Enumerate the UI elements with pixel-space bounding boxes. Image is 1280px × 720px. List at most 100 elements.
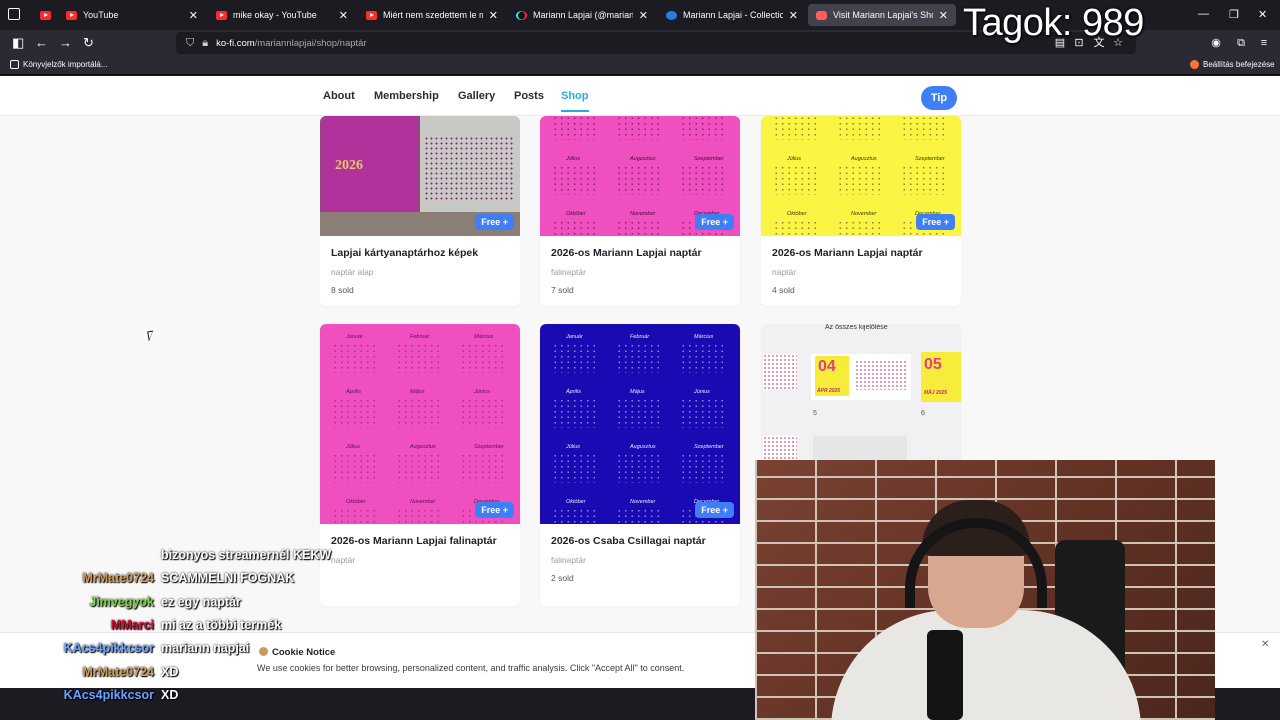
free-badge[interactable]: Free + (916, 214, 955, 230)
calendar-month-days (460, 343, 508, 373)
tip-button[interactable]: Tip (921, 86, 957, 110)
reload-icon[interactable]: ↻ (83, 35, 94, 51)
calendar-month-label: Október (787, 211, 807, 217)
product-image[interactable]: JanuárFebruárMárciusÁprilisMájusJúniusJú… (540, 116, 740, 236)
calendar-month-days (616, 165, 664, 195)
free-badge[interactable]: Free + (475, 214, 514, 230)
bookmarks-bar: Könyvjelzők importálá... Beállítás befej… (0, 56, 1280, 75)
page-thumbnail[interactable]: 05 MÁJ 2025 (921, 352, 961, 402)
import-icon (10, 60, 19, 69)
chat-username: KAcs4pikkcsor (63, 641, 154, 656)
opensea-icon (666, 10, 677, 20)
close-icon[interactable]: ✕ (789, 9, 798, 22)
minimize-icon[interactable]: — (1198, 8, 1209, 20)
free-badge[interactable]: Free + (695, 214, 734, 230)
member-counter: Tagok: 989 (963, 2, 1144, 44)
product-title[interactable]: Lapjai kártyanaptárhoz képek (331, 247, 478, 259)
product-image[interactable]: JanuárFebruárMárciusÁprilisMájusJúniusJú… (761, 116, 961, 236)
calendar-month-label: November (851, 211, 877, 217)
calendar-month-label: Augusztus (630, 444, 656, 450)
product-sold: 2 sold (551, 573, 574, 583)
product-image[interactable]: Az összes kijelölése 04 ÁPR 2025 05 MÁJ … (761, 324, 961, 464)
extensions-icon[interactable]: ⧉ (1235, 37, 1247, 49)
nav-membership[interactable]: Membership (374, 90, 439, 102)
product-card[interactable]: 2026 Free + Lapjai kártyanaptárhoz képek… (320, 116, 520, 306)
product-card[interactable]: JanuárFebruárMárciusÁprilisMájusJúniusJú… (540, 324, 740, 606)
calendar-month-days (332, 508, 380, 524)
finish-setup-link[interactable]: Beállítás befejezése (1190, 60, 1275, 69)
page-thumbnail[interactable] (763, 354, 797, 390)
close-icon[interactable]: ✕ (939, 9, 948, 22)
product-image[interactable]: JanuárFebruárMárciusÁprilisMájusJúniusJú… (540, 324, 740, 524)
chat-username: MMarci (110, 617, 154, 632)
page-thumbnail[interactable]: 04 ÁPR 2025 (811, 354, 911, 400)
close-icon[interactable]: ✕ (189, 9, 198, 22)
chat-text: SCAMMELNI FOGNAK (161, 571, 295, 586)
nav-posts[interactable]: Posts (514, 90, 544, 102)
sidebar-icon[interactable]: ◧ (12, 35, 24, 51)
product-sold: 4 sold (772, 285, 795, 295)
shield-icon[interactable]: ⛉ (186, 37, 194, 50)
close-icon[interactable]: ✕ (639, 9, 648, 22)
product-title[interactable]: 2026-os Csaba Csillagai naptár (551, 535, 706, 547)
account-icon[interactable]: ◉ (1210, 37, 1222, 49)
page-number: 6 (921, 410, 925, 417)
close-icon[interactable]: ✕ (489, 9, 498, 22)
cover-year: 2026 (335, 158, 363, 173)
close-icon[interactable]: ✕ (339, 9, 348, 22)
nav-shop[interactable]: Shop (561, 90, 589, 112)
calendar-month-days (396, 398, 444, 428)
product-card[interactable]: JanuárFebruárMárciusÁprilisMájusJúniusJú… (761, 116, 961, 306)
select-all-label[interactable]: Az összes kijelölése (825, 324, 888, 331)
tab-youtube[interactable]: YouTube ✕ (58, 4, 206, 26)
calendar-month-label: Július (566, 156, 581, 162)
back-icon[interactable]: ← (35, 35, 48, 51)
nav-gallery[interactable]: Gallery (458, 90, 495, 102)
tab-kofi-shop[interactable]: Visit Mariann Lapjai's Shop! ✕ (808, 4, 956, 26)
nav-about[interactable]: About (323, 90, 355, 102)
chat-message: KAcs4pikkcsor mariann napjai (0, 641, 360, 661)
close-icon[interactable]: ✕ (1261, 639, 1269, 650)
calendar-month-days (680, 343, 728, 373)
tab-youtube-video[interactable]: Miért nem szedettem le magam ✕ (358, 4, 506, 26)
product-sold: 8 sold (331, 285, 354, 295)
page-number: 5 (813, 410, 817, 417)
calendar-month-days (680, 165, 728, 195)
tab-tiktok[interactable]: Mariann Lapjai (@mariannlapjai ✕ (508, 4, 656, 26)
tab-youtube-pinned[interactable] (32, 4, 54, 26)
product-image[interactable]: JanuárFebruárMárciusÁprilisMájusJúniusJú… (320, 324, 520, 524)
calendar-month-days (552, 165, 600, 195)
calendar-month-days (773, 220, 821, 236)
product-title[interactable]: 2026-os Mariann Lapjai falinaptár (331, 535, 497, 547)
calendar-month-days (837, 220, 885, 236)
calendar-month-days (773, 165, 821, 195)
import-bookmarks-link[interactable]: Könyvjelzők importálá... (10, 60, 107, 69)
tab-list-icon[interactable] (8, 8, 20, 20)
window-close-icon[interactable]: ✕ (1258, 8, 1267, 21)
youtube-icon (40, 10, 51, 20)
product-image[interactable]: 2026 Free + (320, 116, 520, 236)
maximize-icon[interactable]: ❐ (1229, 8, 1239, 21)
lock-icon[interactable]: 🔒︎ (202, 37, 208, 50)
menu-icon[interactable]: ≡ (1258, 37, 1270, 49)
calendar-month-days (901, 116, 949, 140)
free-badge[interactable]: Free + (475, 502, 514, 518)
chat-text: mariann napjai (161, 641, 250, 656)
forward-icon[interactable]: → (59, 35, 72, 51)
calendar-month-label: Június (474, 389, 490, 395)
free-badge[interactable]: Free + (695, 502, 734, 518)
product-title[interactable]: 2026-os Mariann Lapjai naptár (551, 247, 702, 259)
tab-opensea[interactable]: Mariann Lapjai - Collection | Op ✕ (658, 4, 806, 26)
product-category: falinaptár (551, 555, 586, 565)
tab-mike-okay[interactable]: mike okay - YouTube ✕ (208, 4, 356, 26)
calendar-month-label: Szeptember (694, 444, 724, 450)
month-number: 05 (924, 356, 942, 373)
chat-message: MMarci mi az a többi termék (0, 618, 360, 638)
calendar-month-label: November (630, 211, 656, 217)
product-title[interactable]: 2026-os Mariann Lapjai naptár (772, 247, 923, 259)
calendar-month-label: Június (694, 389, 710, 395)
product-card-preview[interactable]: Az összes kijelölése 04 ÁPR 2025 05 MÁJ … (761, 324, 961, 464)
calendar-month-days (616, 453, 664, 483)
mouse-cursor (147, 330, 155, 342)
product-card[interactable]: JanuárFebruárMárciusÁprilisMájusJúniusJú… (540, 116, 740, 306)
